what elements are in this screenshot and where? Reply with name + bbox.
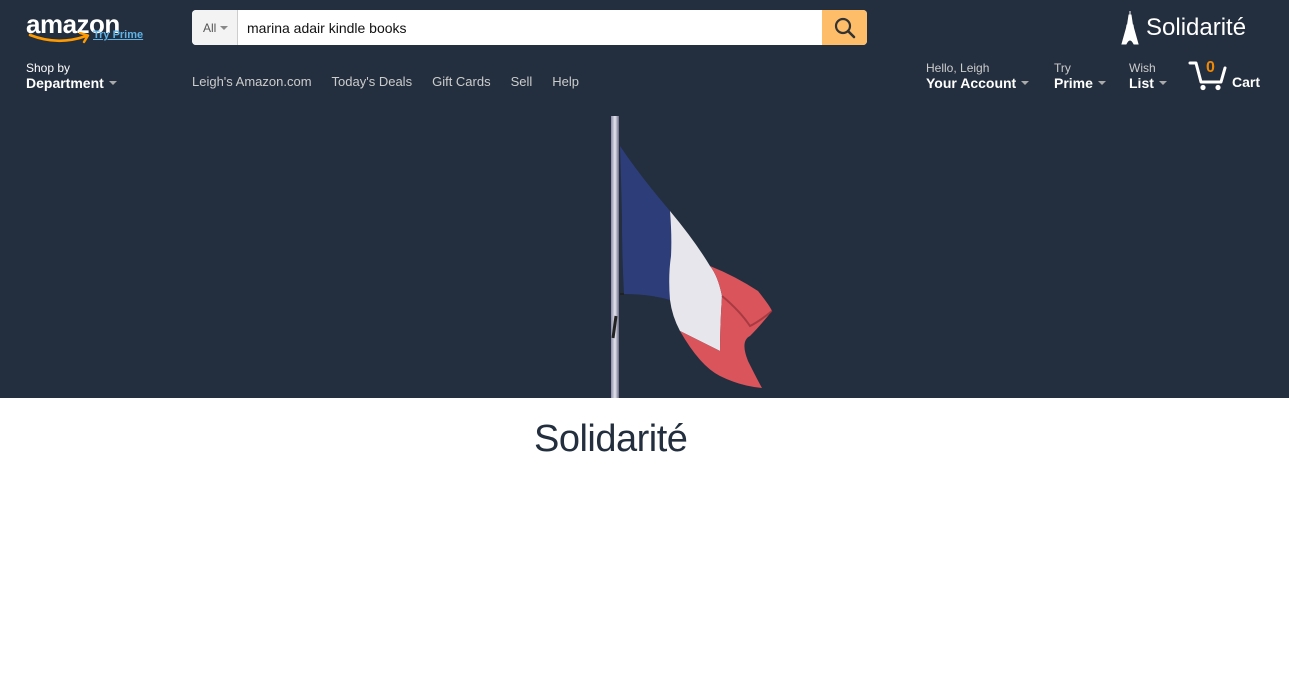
account-label: Your Account bbox=[926, 75, 1030, 91]
search-category-label: All bbox=[203, 20, 217, 35]
chevron-down-icon bbox=[1021, 81, 1030, 85]
try-prime-link[interactable]: Try Prime bbox=[93, 29, 143, 41]
search-input[interactable] bbox=[238, 10, 822, 45]
cart-button[interactable]: 0 Cart bbox=[1188, 58, 1263, 92]
wishlist-text: List bbox=[1129, 75, 1154, 91]
nav-link-sell[interactable]: Sell bbox=[511, 74, 533, 89]
account-menu[interactable]: Hello, Leigh Your Account bbox=[926, 61, 1030, 91]
campaign-logo-text: Solidarité bbox=[1146, 14, 1247, 41]
prime-menu[interactable]: Try Prime bbox=[1054, 61, 1106, 91]
department-label: Department bbox=[26, 75, 117, 91]
chevron-down-icon bbox=[1097, 81, 1106, 85]
wishlist-label: List bbox=[1129, 75, 1167, 91]
department-text: Department bbox=[26, 75, 104, 91]
shop-by-department[interactable]: Shop by Department bbox=[26, 61, 117, 91]
search-bar: All bbox=[192, 10, 867, 45]
amazon-logo[interactable]: amazon Try Prime bbox=[26, 10, 151, 46]
cart-count: 0 bbox=[1206, 59, 1215, 76]
cart-label: Cart bbox=[1232, 74, 1261, 90]
campaign-logo[interactable]: Solidarité bbox=[1120, 10, 1246, 46]
chevron-down-icon bbox=[108, 81, 117, 85]
wishlist-menu[interactable]: Wish List bbox=[1129, 61, 1167, 91]
smile-arrow-icon bbox=[28, 32, 90, 44]
nav-link-gift-cards[interactable]: Gift Cards bbox=[432, 74, 491, 89]
search-button[interactable] bbox=[822, 10, 867, 45]
chevron-down-icon bbox=[1158, 81, 1167, 85]
eiffel-tower-icon bbox=[1121, 11, 1139, 45]
prime-label: Prime bbox=[1054, 75, 1106, 91]
prime-try-label: Try bbox=[1054, 61, 1071, 75]
account-text: Your Account bbox=[926, 75, 1017, 91]
chevron-down-icon bbox=[220, 25, 229, 30]
nav-link-help[interactable]: Help bbox=[552, 74, 579, 89]
prime-text: Prime bbox=[1054, 75, 1093, 91]
french-flag-image bbox=[611, 116, 773, 398]
nav-link-todays-deals[interactable]: Today's Deals bbox=[332, 74, 413, 89]
nav-link-leighs-amazon[interactable]: Leigh's Amazon.com bbox=[192, 74, 312, 89]
search-category-dropdown[interactable]: All bbox=[192, 10, 238, 45]
wishlist-wish-label: Wish bbox=[1129, 61, 1156, 75]
account-greeting: Hello, Leigh bbox=[926, 61, 990, 75]
shop-by-label: Shop by bbox=[26, 61, 71, 75]
nav-links: Leigh's Amazon.com Today's Deals Gift Ca… bbox=[192, 74, 579, 89]
page-title: Solidarité bbox=[534, 418, 688, 460]
header: amazon Try Prime All Solidarité Shop by bbox=[0, 0, 1289, 398]
search-icon bbox=[834, 17, 855, 38]
